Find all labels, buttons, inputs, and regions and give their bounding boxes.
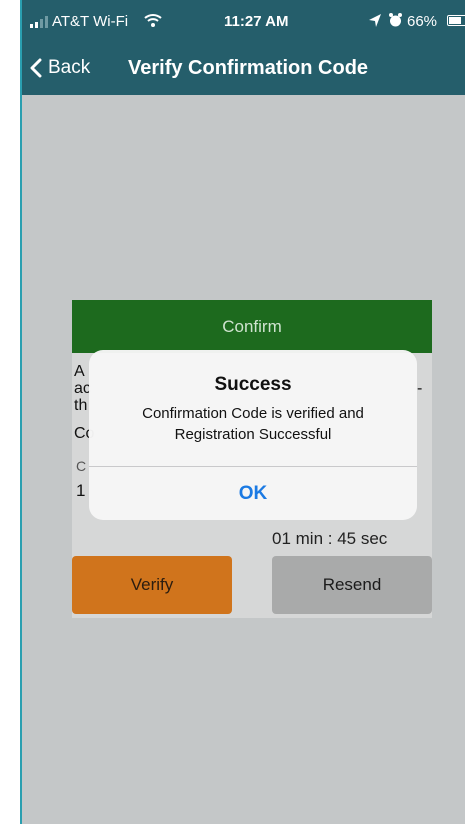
page-title: Verify Confirmation Code	[128, 57, 369, 79]
cellular-signal-icon	[30, 16, 48, 28]
alert-message: Confirmation Code is verified and Regist…	[142, 405, 364, 443]
partial-text-line-3: th	[74, 397, 88, 414]
countdown-timer: 01 min : 45 sec	[272, 529, 388, 548]
chevron-left-icon	[30, 58, 42, 78]
wifi-icon	[144, 14, 162, 27]
navigation-bar: Back Verify Confirmation Code	[22, 42, 465, 95]
back-button[interactable]: Back	[30, 57, 90, 79]
code-value-partial: 1	[76, 481, 86, 500]
code-field-label-partial: C	[76, 458, 87, 474]
alert-title: Success	[214, 374, 292, 395]
location-arrow-icon	[369, 14, 381, 27]
back-label: Back	[48, 57, 91, 78]
carrier-label: AT&T Wi-Fi	[52, 13, 129, 30]
partial-text-line-1: A	[74, 363, 85, 380]
status-bar: AT&T Wi-Fi 11:27 AM 66%	[22, 0, 465, 42]
resend-button[interactable]: Resend	[272, 556, 432, 614]
battery-icon	[447, 15, 465, 26]
top-bar: AT&T Wi-Fi 11:27 AM 66% Back Verify Conf…	[22, 0, 465, 95]
success-alert-dialog: Success Confirmation Code is verified an…	[89, 350, 417, 520]
partial-text-dash: -	[417, 380, 423, 397]
battery-percent: 66%	[407, 13, 438, 30]
verify-button[interactable]: Verify	[72, 556, 232, 614]
confirm-header: Confirm	[72, 300, 432, 353]
ok-button[interactable]: OK	[89, 467, 417, 520]
phone-screen: AT&T Wi-Fi 11:27 AM 66% Back Verify Conf…	[22, 0, 465, 824]
clock-time: 11:27 AM	[224, 13, 289, 30]
alarm-clock-icon	[389, 13, 402, 27]
